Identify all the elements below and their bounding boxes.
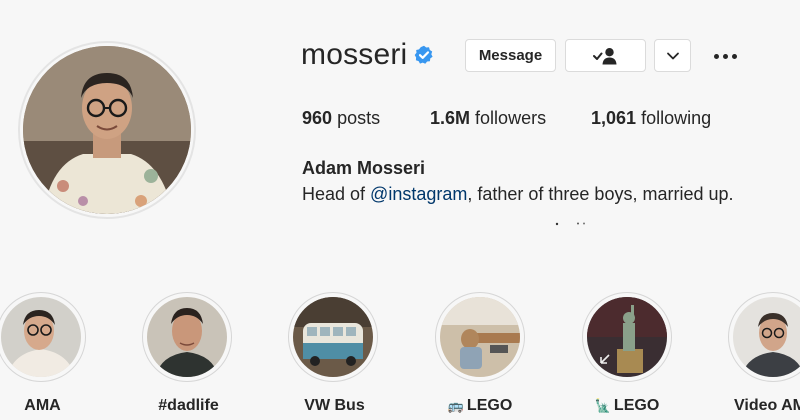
highlight-lego-liberty-thumbnail bbox=[587, 297, 667, 377]
highlight-label[interactable]: Video AM bbox=[713, 397, 800, 415]
suggested-accounts-button[interactable] bbox=[654, 39, 691, 72]
following-button[interactable] bbox=[565, 39, 646, 72]
profile-picture[interactable] bbox=[23, 46, 191, 214]
chevron-down-icon bbox=[666, 52, 679, 59]
person-check-icon bbox=[592, 47, 616, 64]
bio-fade-marks bbox=[555, 222, 585, 226]
followers-count[interactable]: 1.6M followers bbox=[430, 108, 546, 129]
profile-username: mosseri bbox=[301, 38, 408, 71]
profile-full-name: Adam Mosseri bbox=[302, 158, 426, 178]
highlight-dadlife-thumbnail bbox=[147, 297, 227, 377]
highlight-label[interactable]: 🚌 LEGO bbox=[420, 397, 540, 415]
highlight-ama[interactable] bbox=[1, 297, 81, 377]
message-button[interactable]: Message bbox=[465, 39, 556, 72]
highlight-dadlife[interactable] bbox=[147, 297, 227, 377]
more-horizontal-icon[interactable] bbox=[710, 46, 740, 66]
posts-count: 960 posts bbox=[302, 108, 381, 128]
profile-bio: Head of @instagram, father of three boys… bbox=[302, 184, 734, 204]
highlight-vw-bus-thumbnail bbox=[293, 297, 373, 377]
highlight-ama-thumbnail bbox=[1, 297, 81, 377]
highlight-lego-liberty[interactable] bbox=[587, 297, 667, 377]
verified-check-icon bbox=[414, 45, 433, 64]
highlight-vw-bus[interactable] bbox=[293, 297, 373, 377]
profile-photo-portrait bbox=[23, 46, 191, 214]
highlight-label[interactable]: VW Bus bbox=[273, 397, 393, 415]
following-count[interactable]: 1,061 following bbox=[591, 108, 711, 129]
bio-mention-link[interactable]: @instagram bbox=[370, 184, 467, 204]
highlight-label[interactable]: 🗽 LEGO bbox=[567, 397, 687, 415]
highlight-label[interactable]: #dadlife bbox=[127, 397, 247, 415]
highlight-label[interactable]: AMA bbox=[0, 397, 101, 415]
highlight-lego-bus-thumbnail bbox=[440, 297, 520, 377]
highlight-lego-bus[interactable] bbox=[440, 297, 520, 377]
